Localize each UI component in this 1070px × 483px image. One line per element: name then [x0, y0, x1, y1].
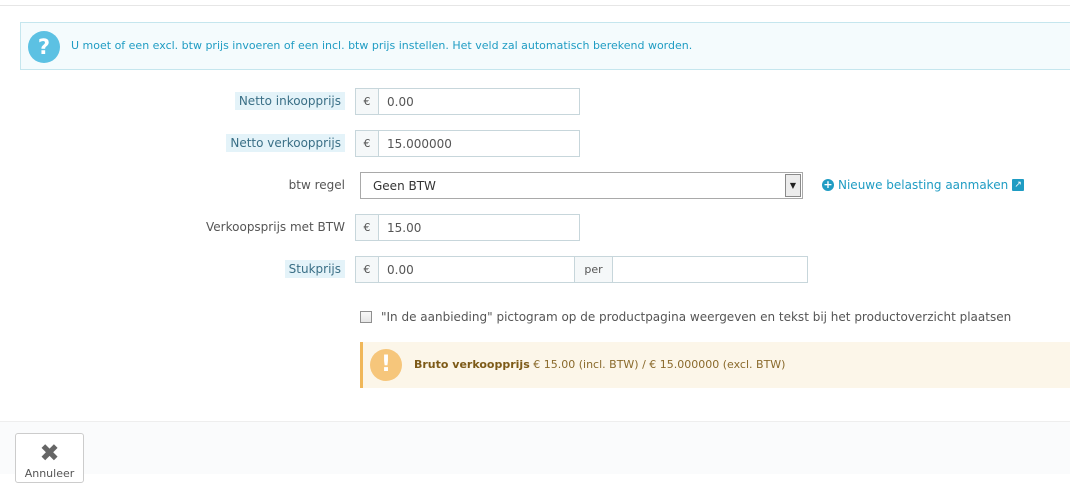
price-summary-title: Bruto verkoopprijs [414, 358, 530, 371]
currency-addon: € [355, 88, 379, 115]
new-tax-link-label: Nieuwe belasting aanmaken [838, 178, 1009, 192]
currency-addon: € [355, 256, 379, 283]
netto-verkoopprijs-input[interactable] [379, 130, 580, 157]
panel-footer: ✖ Annuleer [0, 421, 1070, 483]
label-netto-inkoopprijs: Netto inkoopprijs [234, 92, 345, 110]
stukprijs-input[interactable] [379, 256, 575, 283]
on-sale-row: "In de aanbieding" pictogram op de produ… [360, 310, 1011, 324]
exclamation-icon: ! [370, 349, 402, 381]
price-summary-alert: ! Bruto verkoopprijs € 15.00 (incl. BTW)… [360, 342, 1070, 388]
label-netto-verkoopprijs: Netto verkoopprijs [226, 134, 345, 152]
top-divider [0, 5, 1070, 6]
price-summary-values: € 15.00 (incl. BTW) / € 15.000000 (excl.… [529, 358, 786, 371]
stukprijs-unit-input[interactable] [612, 256, 808, 283]
label-stukprijs: Stukprijs [284, 260, 345, 278]
btw-regel-select[interactable]: Geen BTW ▼ [360, 172, 803, 199]
verkoopsprijs-met-btw-input[interactable] [379, 214, 580, 241]
info-alert-text: U moet of een excl. btw prijs invoeren o… [71, 39, 693, 52]
on-sale-label[interactable]: "In de aanbieding" pictogram op de produ… [381, 310, 1011, 324]
currency-addon: € [355, 214, 379, 241]
info-alert: ? U moet of een excl. btw prijs invoeren… [20, 22, 1070, 70]
label-btw-regel: btw regel [288, 178, 345, 192]
netto-verkoopprijs-group: € [355, 130, 580, 157]
netto-inkoopprijs-group: € [355, 88, 580, 115]
per-addon: per [575, 256, 612, 283]
question-icon: ? [28, 31, 60, 63]
currency-addon: € [355, 130, 379, 157]
price-summary-text: Bruto verkoopprijs € 15.00 (incl. BTW) /… [414, 358, 785, 371]
external-link-icon: ↗ [1012, 179, 1025, 191]
netto-inkoopprijs-input[interactable] [379, 88, 580, 115]
stukprijs-group: € per [355, 256, 808, 283]
btw-regel-selected: Geen BTW [373, 179, 436, 193]
new-tax-link[interactable]: + Nieuwe belasting aanmaken ↗ [822, 178, 1025, 192]
dropdown-arrow-icon[interactable]: ▼ [785, 174, 801, 197]
plus-circle-icon: + [822, 178, 834, 191]
verkoopsprijs-met-btw-group: € [355, 214, 580, 241]
cancel-button[interactable]: ✖ Annuleer [15, 433, 84, 483]
close-icon: ✖ [39, 439, 60, 467]
on-sale-checkbox[interactable] [360, 311, 372, 323]
label-verkoopsprijs-met-btw: Verkoopsprijs met BTW [206, 220, 345, 234]
